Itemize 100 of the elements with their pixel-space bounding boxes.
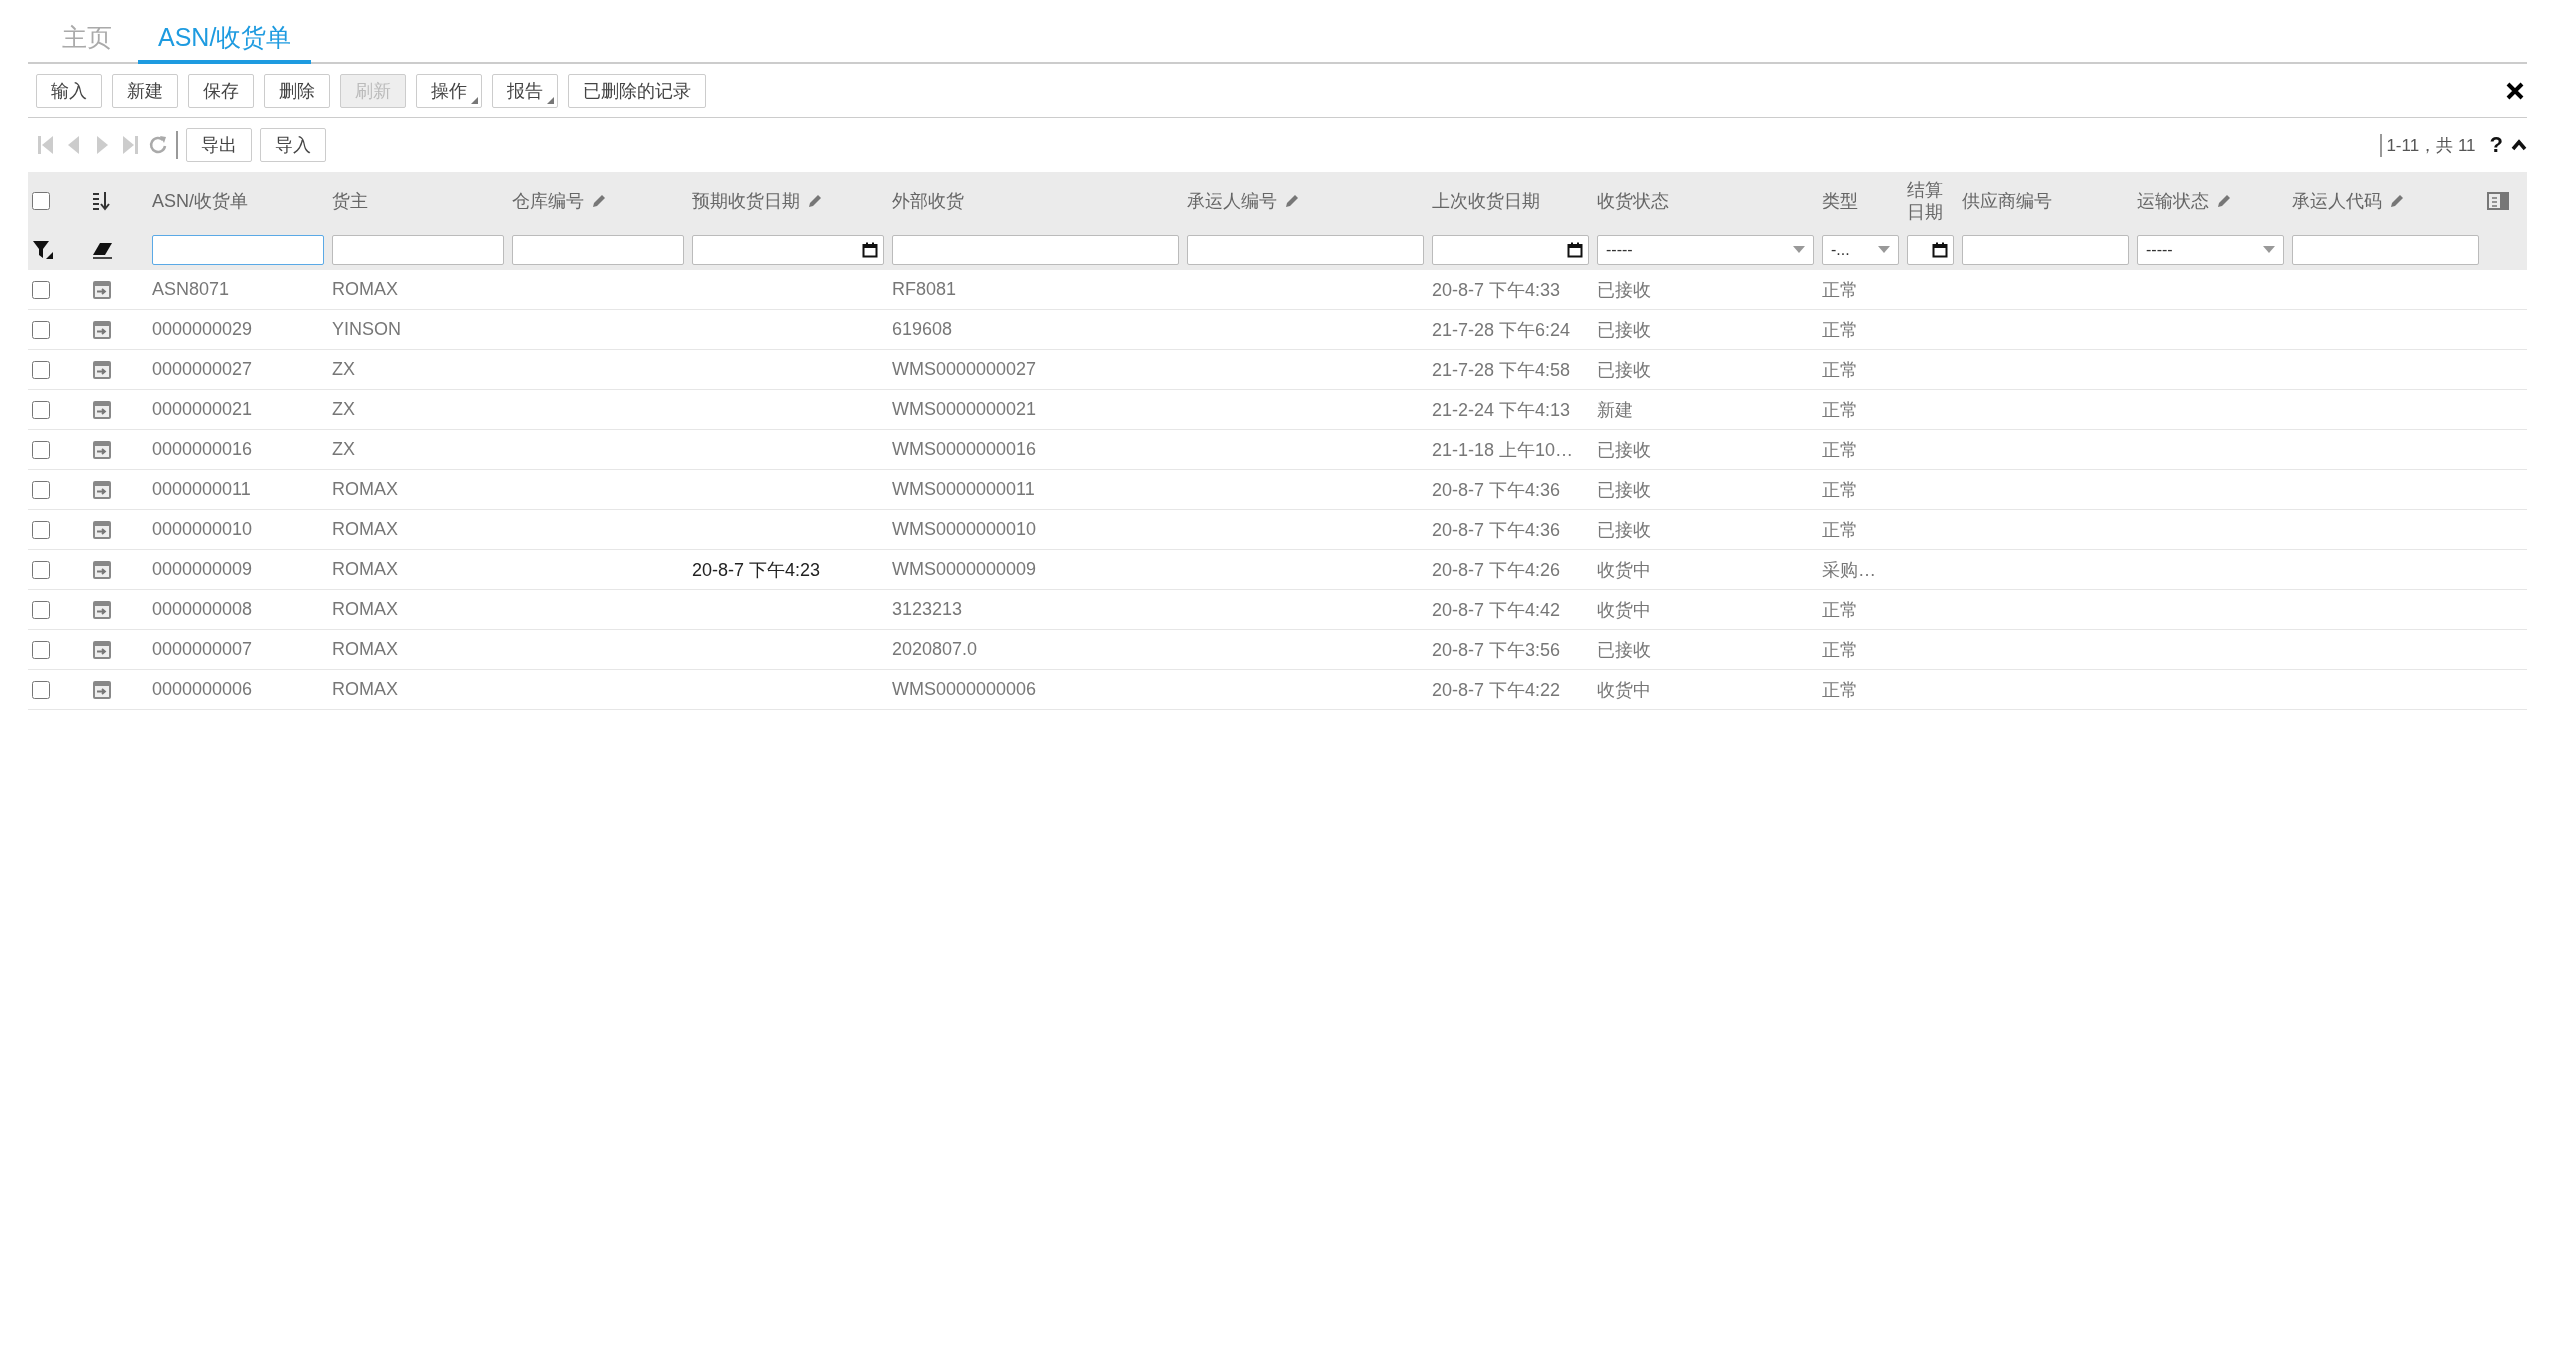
table-cell-text: 20-8-7 下午4:23 xyxy=(692,558,821,582)
row-checkbox[interactable] xyxy=(32,440,50,459)
row-checkbox[interactable] xyxy=(32,400,50,419)
row-checkbox[interactable] xyxy=(32,520,50,539)
toolbar-button[interactable]: 新建 xyxy=(112,73,178,108)
date-filter-field[interactable] xyxy=(1432,235,1589,265)
filter-input-field[interactable] xyxy=(152,235,324,265)
filter-input-field[interactable] xyxy=(1187,235,1424,265)
table-cell: 0000000009 xyxy=(152,559,253,580)
column-header[interactable]: 承运人代码 xyxy=(2292,189,2382,213)
filter-dropdown[interactable]: ----- xyxy=(1597,235,1814,265)
table-cell: 0000000008 xyxy=(152,599,253,620)
pencil-icon xyxy=(808,194,822,208)
table-cell: WMS0000000021 xyxy=(892,399,1037,420)
column-header[interactable]: ASN/收货单 xyxy=(152,189,248,213)
table-cell: ROMAX xyxy=(332,279,398,300)
help-icon[interactable]: ? xyxy=(2489,132,2503,158)
table-cell: 0000000027 xyxy=(152,359,253,380)
column-header[interactable]: 供应商编号 xyxy=(1962,189,2052,213)
close-icon[interactable] xyxy=(2505,80,2525,101)
table-cell: RF8081 xyxy=(892,279,957,300)
enter-icon[interactable] xyxy=(92,279,112,300)
toolbar-button[interactable]: 输入 xyxy=(36,73,102,108)
column-header[interactable]: 仓库编号 xyxy=(512,189,584,213)
table-cell: 619608 xyxy=(892,319,953,340)
toolbar-button[interactable]: 已删除的记录 xyxy=(568,73,706,108)
toolbar-button[interactable]: 导入 xyxy=(260,128,326,162)
pencil-icon xyxy=(2217,194,2231,208)
row-checkbox[interactable] xyxy=(32,560,50,579)
enter-icon[interactable] xyxy=(92,559,112,580)
toolbar-button[interactable]: 报告 xyxy=(492,73,558,108)
enter-icon[interactable] xyxy=(92,599,112,620)
toolbar-button[interactable]: 导出 xyxy=(186,128,252,162)
column-header[interactable]: 承运人编号 xyxy=(1187,189,1277,213)
row-checkbox[interactable] xyxy=(32,480,50,499)
column-header[interactable]: 结算日期 xyxy=(1907,178,1954,224)
table-cell: 0000000007 xyxy=(152,639,253,660)
table-cell-text: 收货中 xyxy=(1597,558,1651,582)
row-checkbox[interactable] xyxy=(32,640,50,659)
column-header[interactable]: 类型 xyxy=(1822,189,1858,213)
table-cell-text: 正常 xyxy=(1822,358,1858,382)
filter-input-field[interactable] xyxy=(892,235,1179,265)
table-cell: ROMAX xyxy=(332,639,398,660)
filter-dropdown[interactable]: -... xyxy=(1822,235,1899,265)
column-header[interactable]: 预期收货日期 xyxy=(692,189,800,213)
table-cell-text: 20-8-7 下午4:22 xyxy=(1432,678,1561,702)
table-cell-text: 正常 xyxy=(1822,518,1858,542)
column-header[interactable]: 收货状态 xyxy=(1597,189,1669,213)
pager-text: 1-11，共 11 xyxy=(2380,133,2476,157)
row-checkbox[interactable] xyxy=(32,320,50,339)
table-cell: ROMAX xyxy=(332,679,398,700)
table-cell-text: 收货中 xyxy=(1597,598,1651,622)
table-cell-text: 正常 xyxy=(1822,278,1858,302)
table-cell-text: 21-1-18 上午10… xyxy=(1432,438,1574,462)
enter-icon[interactable] xyxy=(92,399,112,420)
table-cell-text: 正常 xyxy=(1822,478,1858,502)
column-header[interactable]: 外部收货 xyxy=(892,189,964,213)
filter-input-field[interactable] xyxy=(2292,235,2479,265)
filter-dropdown[interactable]: ----- xyxy=(2137,235,2284,265)
date-filter-field[interactable] xyxy=(1907,235,1954,265)
filter-input-field[interactable] xyxy=(1962,235,2129,265)
row-checkbox[interactable] xyxy=(32,680,50,699)
enter-icon[interactable] xyxy=(92,319,112,340)
toolbar-button[interactable]: 操作 xyxy=(416,73,482,108)
table-cell-text: 已接收 xyxy=(1597,278,1651,302)
table-cell: WMS0000000016 xyxy=(892,439,1037,460)
column-header[interactable]: 货主 xyxy=(332,189,368,213)
table-cell: WMS0000000010 xyxy=(892,519,1037,540)
date-filter-field[interactable] xyxy=(692,235,884,265)
table-cell: ASN8071 xyxy=(152,279,230,300)
table-cell-text: 已接收 xyxy=(1597,318,1651,342)
filter-icon[interactable] xyxy=(32,240,54,260)
toolbar-button[interactable]: 删除 xyxy=(264,73,330,108)
enter-icon[interactable] xyxy=(92,439,112,460)
column-header[interactable]: 上次收货日期 xyxy=(1432,189,1540,213)
table-cell: 0000000010 xyxy=(152,519,253,540)
enter-icon[interactable] xyxy=(92,359,112,380)
calendar-icon xyxy=(1932,242,1948,258)
select-all-checkbox[interactable] xyxy=(32,192,50,210)
columns-icon[interactable] xyxy=(2487,192,2509,210)
refresh-icon[interactable] xyxy=(148,134,168,156)
sort-icon[interactable] xyxy=(92,191,110,211)
table-cell: WMS0000000009 xyxy=(892,559,1037,580)
enter-icon[interactable] xyxy=(92,639,112,660)
table-cell: WMS0000000006 xyxy=(892,679,1037,700)
enter-icon[interactable] xyxy=(92,479,112,500)
table-cell-text: 正常 xyxy=(1822,398,1858,422)
row-checkbox[interactable] xyxy=(32,280,50,299)
enter-icon[interactable] xyxy=(92,519,112,540)
column-header[interactable]: 运输状态 xyxy=(2137,189,2209,213)
filter-input-field[interactable] xyxy=(512,235,684,265)
toolbar-button[interactable]: 保存 xyxy=(188,73,254,108)
collapse-icon[interactable] xyxy=(2511,139,2527,151)
filter-input-field[interactable] xyxy=(332,235,504,265)
enter-icon[interactable] xyxy=(92,679,112,700)
table-cell: ZX xyxy=(332,399,355,420)
row-checkbox[interactable] xyxy=(32,360,50,379)
row-checkbox[interactable] xyxy=(32,600,50,619)
tab[interactable]: ASN/收货单 xyxy=(138,21,312,64)
eraser-icon[interactable] xyxy=(92,241,114,259)
